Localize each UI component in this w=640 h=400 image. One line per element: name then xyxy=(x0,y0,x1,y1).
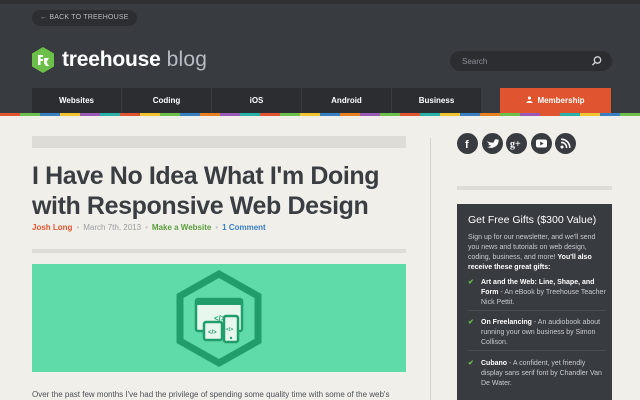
social-links: f g+ xyxy=(457,133,580,154)
gift-item: ✔ Art and the Web: Line, Shape, and Form… xyxy=(468,278,608,308)
article-top-bar xyxy=(32,136,406,148)
nav-item-coding[interactable]: Coding xyxy=(122,88,212,114)
newsletter-intro: Sign up for our newsletter, and we'll se… xyxy=(468,233,608,273)
gift-separator xyxy=(468,350,606,351)
article-author-link[interactable]: Josh Long xyxy=(32,223,72,232)
column-divider xyxy=(430,138,431,400)
search-icon[interactable] xyxy=(591,55,603,67)
rss-icon[interactable] xyxy=(555,133,576,154)
nav-item-android[interactable]: Android xyxy=(302,88,392,114)
meta-separator: • xyxy=(76,223,80,232)
stripe-segment xyxy=(0,113,20,116)
article-excerpt: Over the past few months I've had the pr… xyxy=(32,390,390,399)
logo-suffix: blog xyxy=(166,48,208,71)
gift-title: On Freelancing xyxy=(481,319,532,326)
gift-separator xyxy=(468,310,606,311)
article-meta: Josh Long • March 7th, 2013 • Make a Website… xyxy=(32,223,266,232)
gift-title: Cubano xyxy=(481,360,508,367)
nav-item-ios[interactable]: iOS xyxy=(212,88,302,114)
newsletter-title: Get Free Gifts ($300 Value) xyxy=(468,214,597,226)
logo-wordmark: treehouse xyxy=(62,48,161,71)
stripe-segment xyxy=(620,113,640,116)
nav-item-business[interactable]: Business xyxy=(392,88,482,114)
treehouse-logo-icon xyxy=(32,47,54,73)
sidebar-divider xyxy=(457,186,612,190)
person-icon xyxy=(526,88,533,114)
svg-text:f: f xyxy=(465,139,469,151)
gift-desc: - An eBook by Treehouse Teacher Nick Pet… xyxy=(481,289,606,306)
article-title[interactable]: I Have No Idea What I'm Doing with Respo… xyxy=(32,161,406,221)
responsive-devices-icon: </> </> </> xyxy=(176,269,262,368)
check-icon: ✔ xyxy=(468,279,474,286)
newsletter-widget: Get Free Gifts ($300 Value) Sign up for … xyxy=(457,204,612,400)
meta-separator: • xyxy=(145,223,148,232)
svg-text:</>: </> xyxy=(226,327,233,333)
header-topline xyxy=(0,0,640,4)
check-icon: ✔ xyxy=(468,319,474,326)
facebook-icon[interactable]: f xyxy=(457,133,478,154)
search-box xyxy=(450,51,612,71)
check-icon: ✔ xyxy=(468,360,474,367)
hero-image: </> </> </> xyxy=(32,264,406,372)
article-date: March 7th, 2013 xyxy=(83,223,142,232)
youtube-icon[interactable] xyxy=(530,133,552,154)
sidebar: f g+ Get Free Gifts ($300 Value) Sign up… xyxy=(457,116,612,400)
back-to-treehouse-button[interactable]: ← BACK TO TREEHOUSE xyxy=(32,10,137,26)
svg-text:</>: </> xyxy=(208,330,217,336)
stripe-segment xyxy=(420,113,440,116)
meta-divider xyxy=(32,249,406,253)
site-header: ← BACK TO TREEHOUSE treehouse blog Websi… xyxy=(0,0,640,116)
gift-item: ✔ Cubano - A confident, yet friendly dis… xyxy=(468,359,608,389)
gift-item: ✔ On Freelancing - An audiobook about ru… xyxy=(468,318,608,348)
membership-button[interactable]: Membership xyxy=(500,88,611,114)
site-logo[interactable]: treehouse blog xyxy=(32,46,207,74)
meta-separator: • xyxy=(215,223,219,232)
svg-text:g+: g+ xyxy=(510,139,521,150)
twitter-icon[interactable] xyxy=(481,133,503,154)
article-comments-link[interactable]: 1 Comment xyxy=(222,223,266,232)
nav-item-websites[interactable]: Websites xyxy=(32,88,122,114)
membership-label: Membership xyxy=(537,96,585,105)
article: I Have No Idea What I'm Doing with Respo… xyxy=(32,116,406,400)
main-nav: Websites Coding iOS Android Business Mem… xyxy=(32,88,612,114)
search-input[interactable] xyxy=(462,54,587,68)
article-category-link[interactable]: Make a Website xyxy=(152,223,211,232)
googleplus-icon[interactable]: g+ xyxy=(506,133,527,154)
